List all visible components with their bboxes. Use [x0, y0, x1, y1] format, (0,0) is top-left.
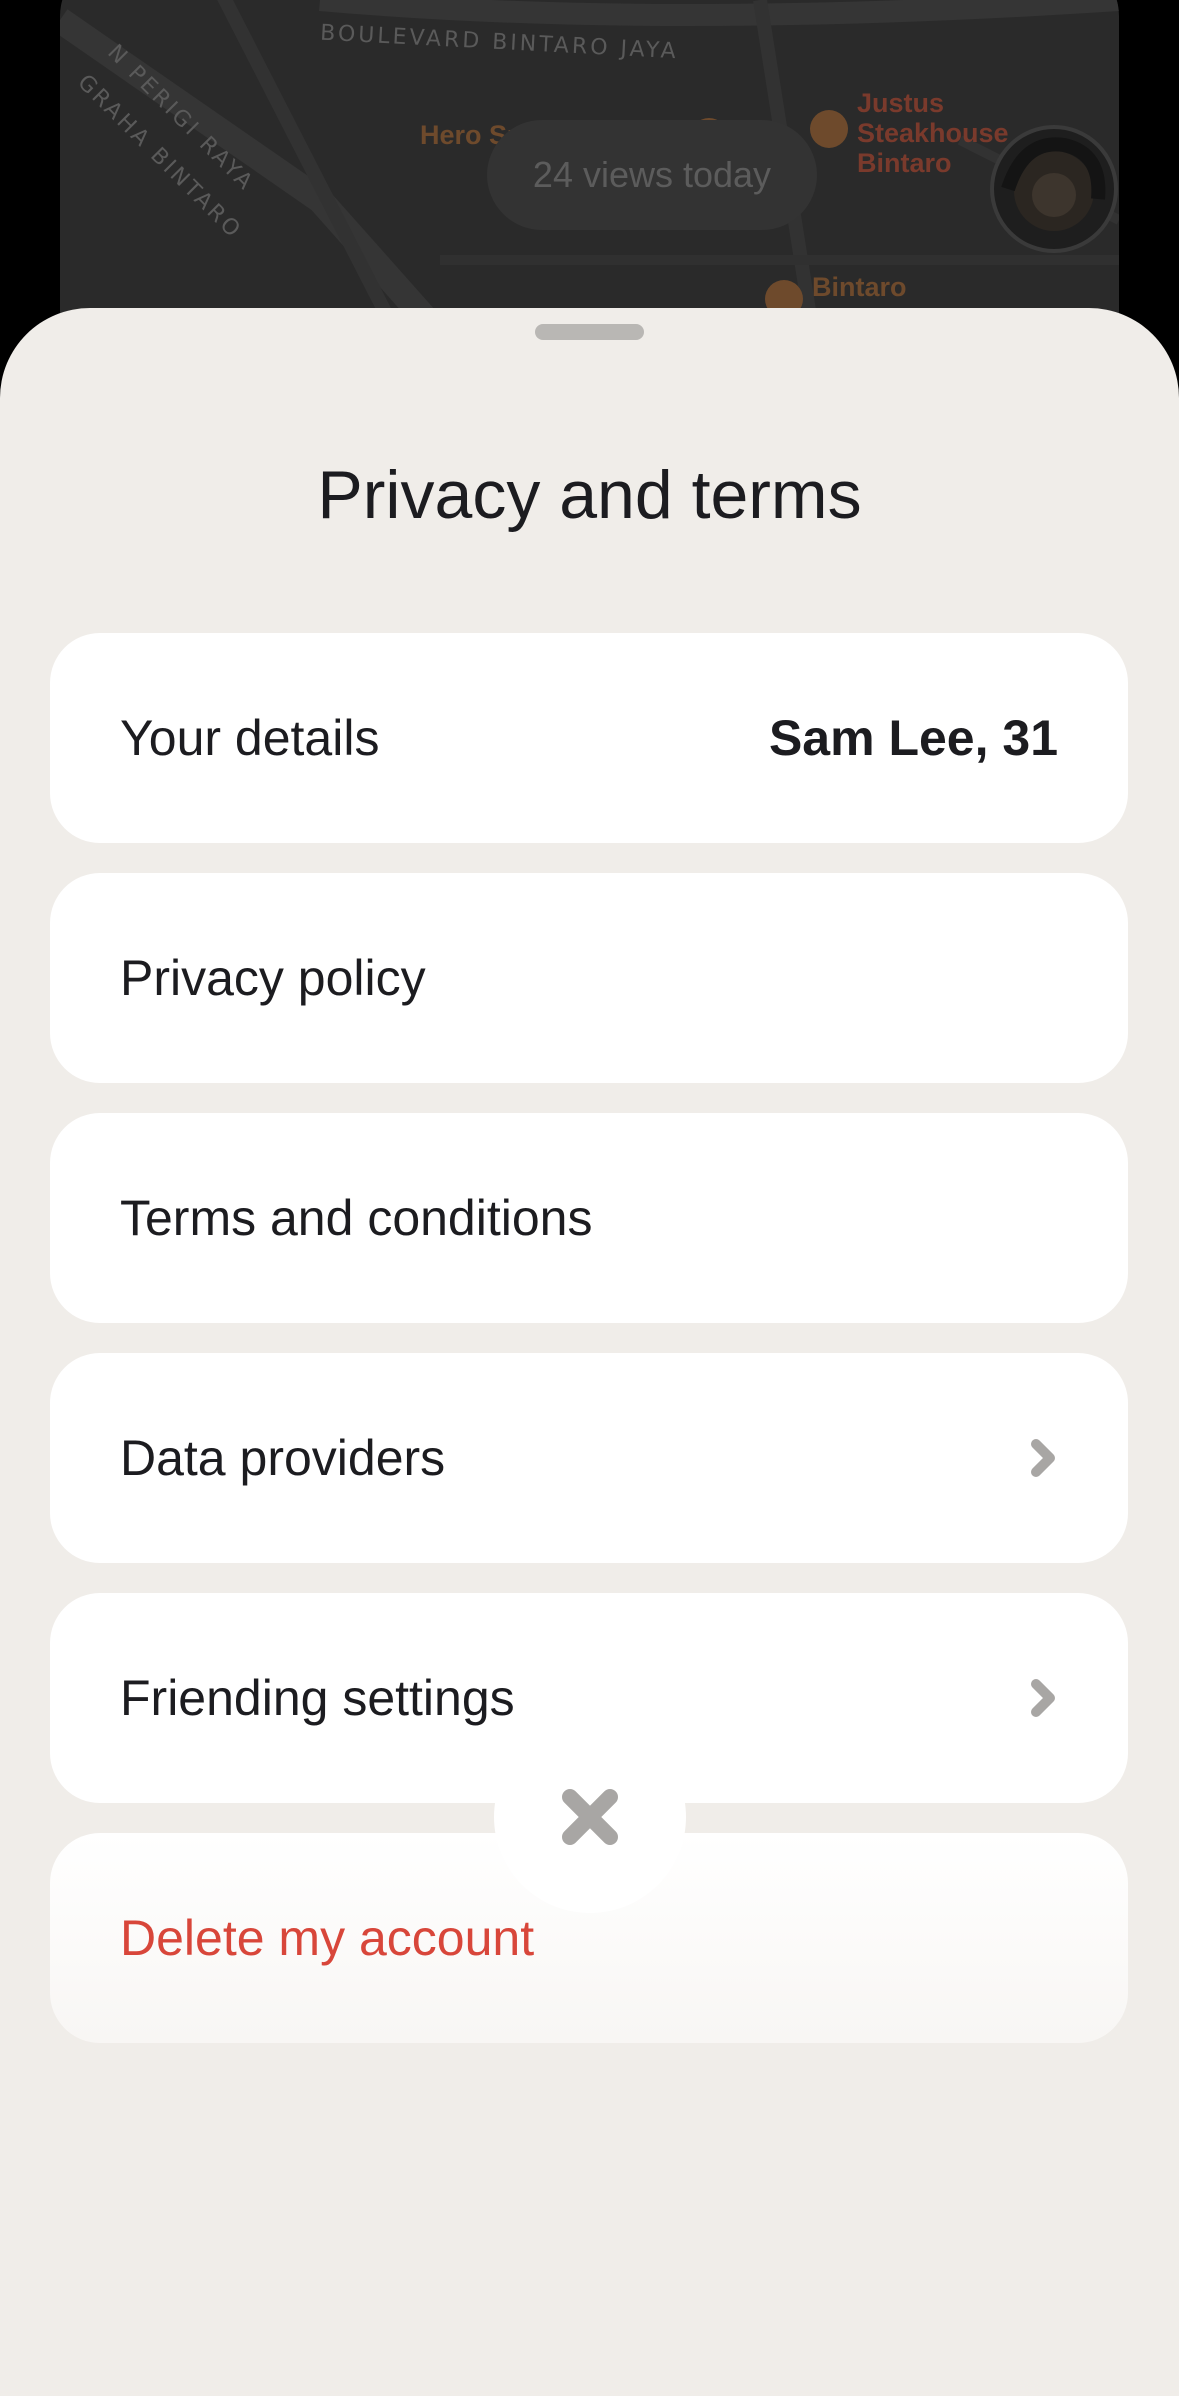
close-button[interactable] [494, 1721, 686, 1913]
row-value: Sam Lee, 31 [768, 710, 1058, 766]
row-label: Terms and conditions [120, 1190, 593, 1246]
row-label: Friending settings [120, 1670, 515, 1726]
privacy-policy-row[interactable]: Privacy policy [50, 873, 1128, 1083]
poi-label: Justus Steakhouse Bintaro [857, 88, 1009, 178]
your-details-row[interactable]: Your details Sam Lee, 31 [50, 633, 1128, 843]
views-counter: 24 views today [487, 120, 817, 230]
row-label: Data providers [120, 1430, 446, 1486]
row-label: Your details [120, 710, 380, 766]
terms-row[interactable]: Terms and conditions [50, 1113, 1128, 1323]
row-label: Privacy policy [120, 950, 426, 1006]
close-icon [562, 1789, 618, 1845]
avatar[interactable] [990, 125, 1118, 253]
sheet-title: Privacy and terms [317, 457, 862, 533]
data-providers-row[interactable]: Data providers [50, 1353, 1128, 1563]
chevron-right-icon [1031, 1439, 1055, 1477]
sheet-grabber[interactable] [535, 324, 644, 340]
privacy-sheet: Privacy and terms Your details Sam Lee, … [0, 308, 1179, 2396]
poi-label: Bintaro [812, 272, 907, 302]
fork-knife-icon [810, 110, 848, 148]
chevron-right-icon [1031, 1679, 1055, 1717]
avatar-photo [1001, 137, 1106, 231]
row-label: Delete my account [120, 1910, 535, 1966]
